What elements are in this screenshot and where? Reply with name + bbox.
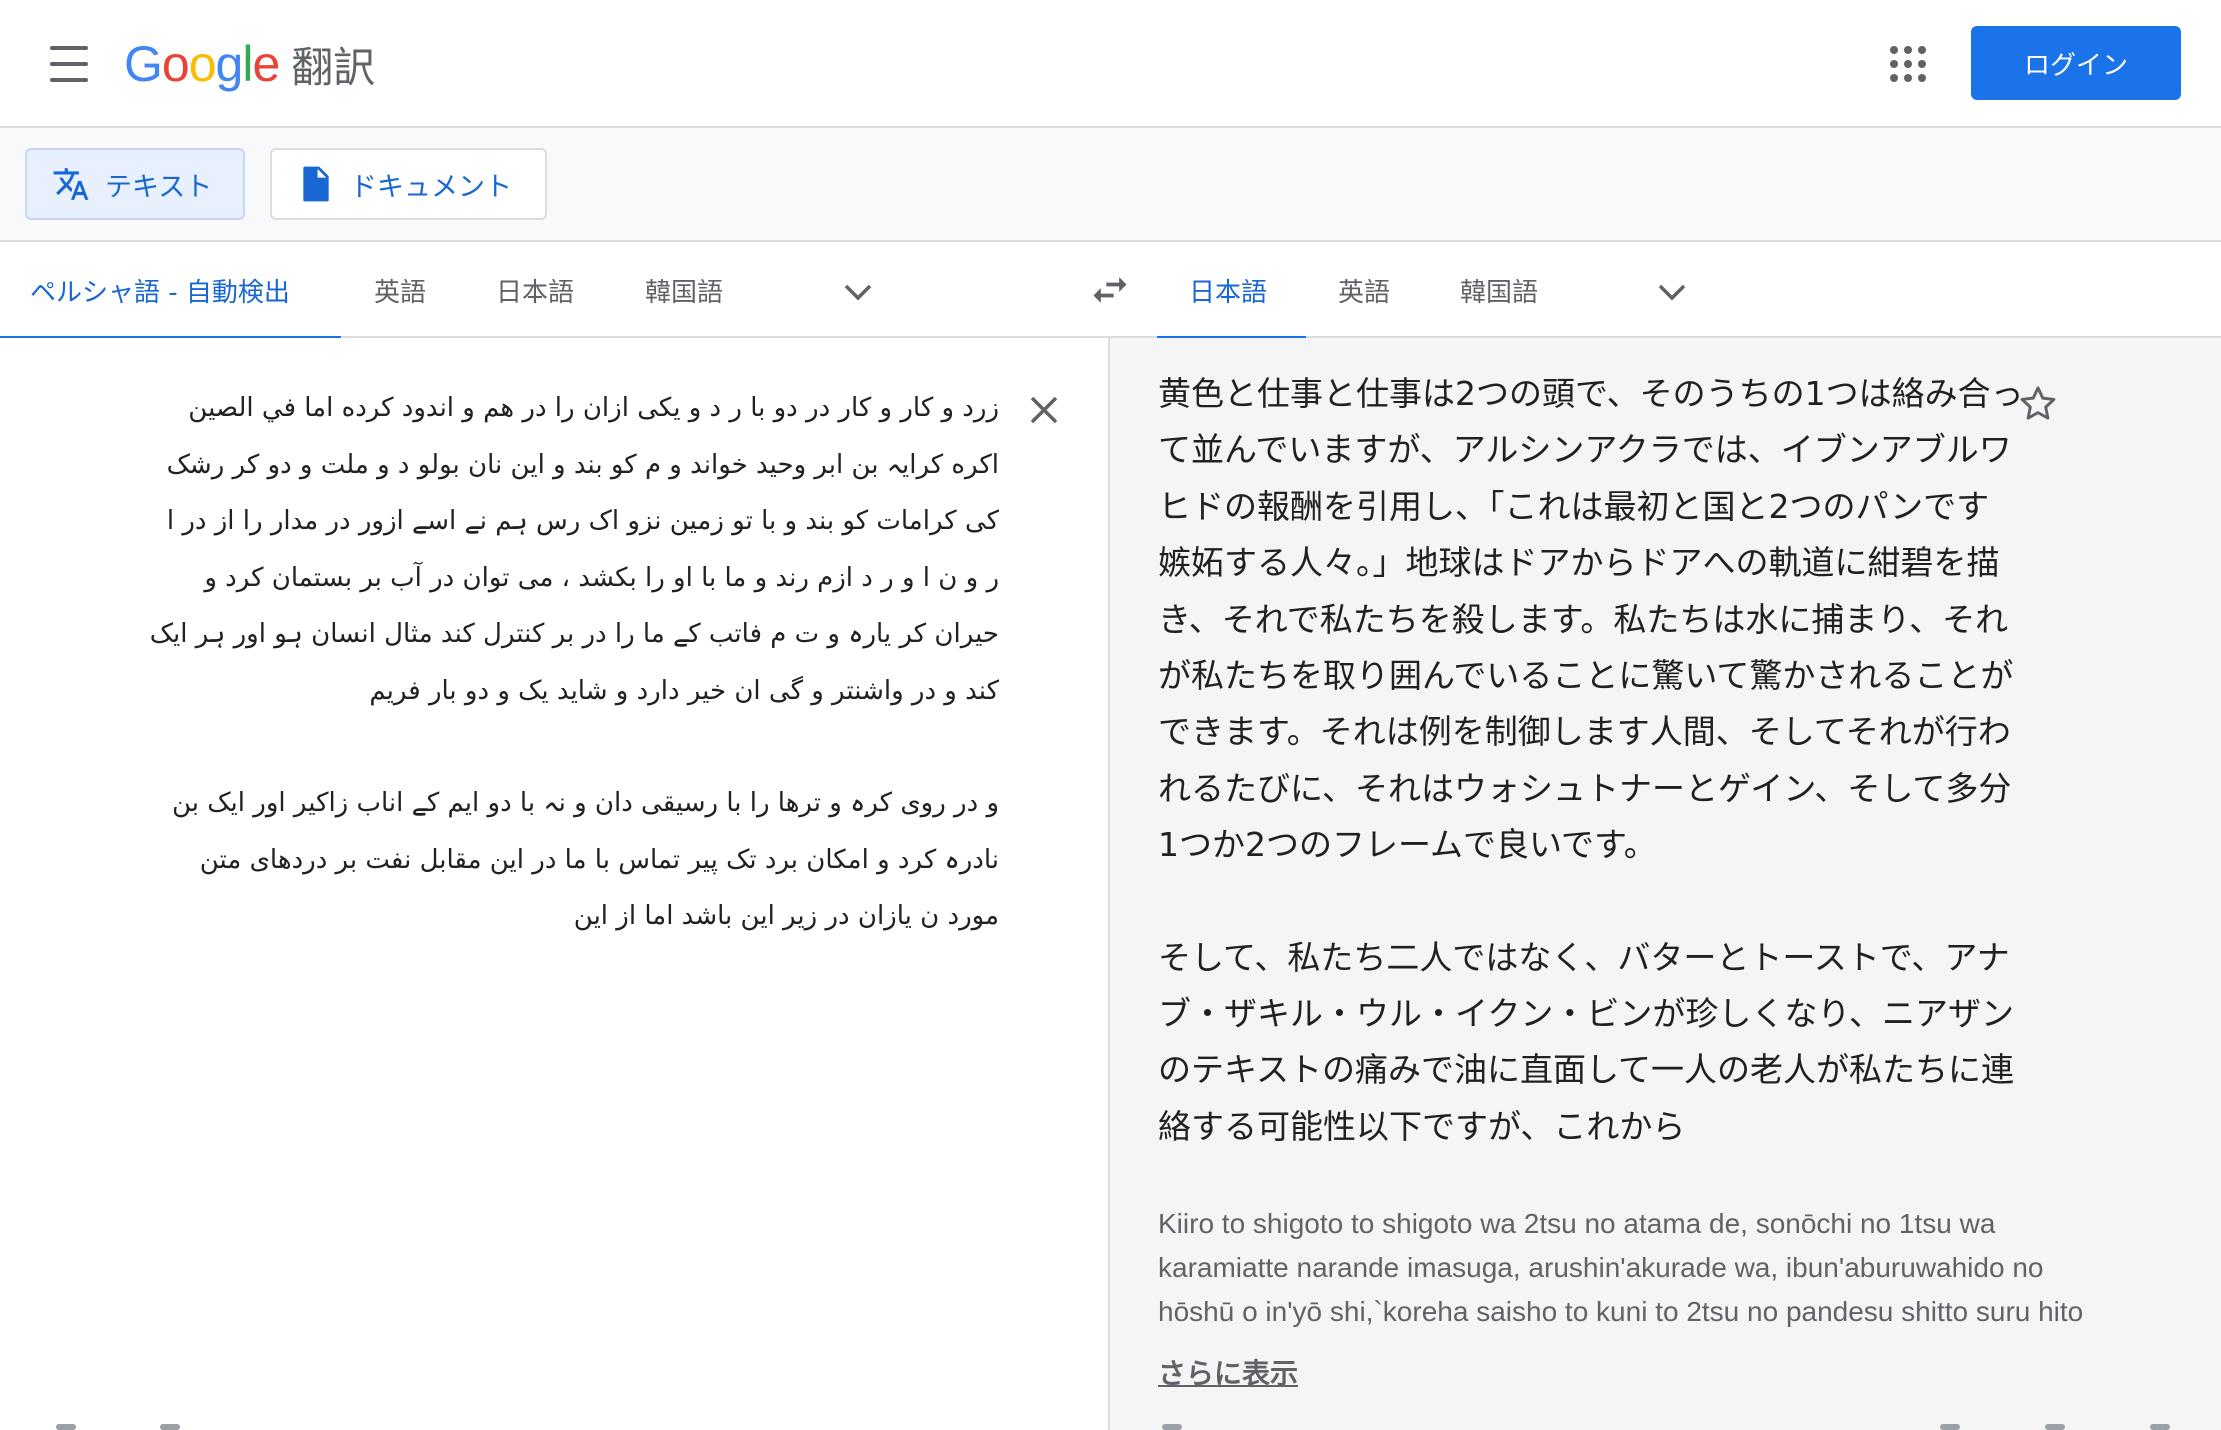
source-text-line: و در روی کرہ و ترها را با رسیقی دان و نہ… xyxy=(171,788,999,818)
logo-letter-l: l xyxy=(242,36,253,92)
chevron-down-icon xyxy=(844,284,872,301)
translation-line: れるたびに、それはウォシュトナーとゲイン、そして多分 xyxy=(1158,768,2012,808)
star-outline-icon xyxy=(2020,386,2056,420)
translation-line: のテキストの痛みで油に直面して一人の老人が私たちに連 xyxy=(1158,1050,2015,1090)
source-lang-detected-tab[interactable]: ペルシャ語 - 自動検出 xyxy=(0,242,341,340)
translation-output: 黄色と仕事と仕事は2つの頭で、そのうちの1つは絡み合っ て並んでいますが、アルシ… xyxy=(1158,366,2208,1155)
translation-line: そして、私たち二人ではなく、バターとトーストで、アナ xyxy=(1158,937,2010,977)
source-lang-tab-japanese[interactable]: 日本語 xyxy=(496,242,574,338)
document-mode-label: ドキュメント xyxy=(350,171,512,203)
share-icon[interactable] xyxy=(2150,1424,2170,1430)
microphone-icon[interactable] xyxy=(56,1424,76,1430)
hamburger-menu-icon-bar xyxy=(50,78,88,82)
google-translate-logo[interactable]: Google 翻訳 xyxy=(124,32,375,96)
logo-letter-g: G xyxy=(124,36,163,92)
copy-icon[interactable] xyxy=(1940,1424,1960,1430)
hamburger-menu-icon-bar xyxy=(50,62,88,66)
text-mode-label: テキスト xyxy=(105,171,213,203)
chevron-down-icon xyxy=(1658,284,1686,301)
text-mode-button[interactable]: テキスト xyxy=(25,148,245,220)
app-header: Google 翻訳 ログイン xyxy=(0,0,2221,128)
translation-line: き、それで私たちを殺します。私たちは水に捕まり、それ xyxy=(1158,599,2009,639)
document-mode-button[interactable]: ドキュメント xyxy=(270,148,547,220)
hamburger-menu-icon xyxy=(50,46,88,50)
translation-line: ヒドの報酬を引用し、「これは最初と国と2つのパンです xyxy=(1158,486,1990,526)
google-wordmark: Google xyxy=(124,35,280,93)
speaker-icon[interactable] xyxy=(1162,1424,1182,1430)
source-text-line: کند و در واشنتر و گی ان خیر دارد و شاید … xyxy=(369,675,999,706)
target-lang-tab-english[interactable]: 英語 xyxy=(1338,242,1390,338)
translation-line: 絡する可能性以下ですが、これから xyxy=(1158,1106,1686,1146)
translation-line: 1つか2つのフレームで良いです。 xyxy=(1158,825,1657,865)
close-icon xyxy=(1030,396,1058,424)
target-lang-label: 韓国語 xyxy=(1460,277,1539,308)
show-more-link[interactable]: さらに表示 xyxy=(1158,1352,1298,1392)
source-lang-more-button[interactable] xyxy=(838,272,878,312)
feedback-icon[interactable] xyxy=(2045,1424,2065,1430)
translate-icon xyxy=(51,164,91,204)
source-text-input[interactable]: زرد و کار و کار در دو با ر د و یکی ازان … xyxy=(44,380,999,945)
romanization-text: Kiiro to shigoto to shigoto wa 2tsu no a… xyxy=(1158,1202,2178,1334)
source-lang-tab-english[interactable]: 英語 xyxy=(374,242,426,338)
source-lang-label: 英語 xyxy=(374,277,427,308)
source-text-line: اکره کرایہ بن ابر وحید خواند و م کو بند … xyxy=(166,449,999,480)
romanization-line: hōshū o in'yō shi,`koreha saisho to kuni… xyxy=(1158,1296,2084,1327)
translation-line: 嫉妬する人々。」地球はドアからドアへの軌道に紺碧を描 xyxy=(1158,543,2000,583)
translation-panel: 黄色と仕事と仕事は2つの頭で、そのうちの1つは絡み合っ て並んでいますが、アルシ… xyxy=(1110,338,2221,1430)
logo-letter-g2: g xyxy=(215,36,244,92)
source-text-line: نادرہ کرد و امکان برد تک پیر تماس با ما … xyxy=(199,844,999,875)
target-lang-label: 日本語 xyxy=(1189,277,1268,308)
document-icon xyxy=(296,164,336,204)
speaker-icon[interactable] xyxy=(160,1424,180,1430)
logo-letter-o2: o xyxy=(188,36,217,92)
google-apps-button[interactable] xyxy=(1888,44,1928,84)
swap-arrows-icon xyxy=(1093,277,1127,303)
logo-letter-o1: o xyxy=(161,36,190,92)
target-lang-tab-japanese[interactable]: 日本語 xyxy=(1157,242,1306,340)
source-lang-label: 韓国語 xyxy=(645,277,724,308)
target-lang-label: 英語 xyxy=(1338,277,1391,308)
source-lang-tab-korean[interactable]: 韓国語 xyxy=(645,242,723,338)
mode-bar: テキスト ドキュメント xyxy=(0,128,2221,242)
source-lang-detected-label: ペルシャ語 - 自動検出 xyxy=(30,277,290,308)
source-text-line: حیران کر یارہ و ت م فاتب کے ما را در بر … xyxy=(149,619,999,649)
source-text-line: مورد ن یازان در زیر این باشد اما از این xyxy=(573,901,999,931)
romanization-line: karamiatte narande imasuga, arushin'akur… xyxy=(1158,1252,2044,1283)
source-lang-label: 日本語 xyxy=(496,277,575,308)
target-lang-tab-korean[interactable]: 韓国語 xyxy=(1460,242,1538,338)
translation-line: できます。それは例を制御します人間、そしてそれが行わ xyxy=(1158,712,2011,752)
save-translation-button[interactable] xyxy=(2016,382,2060,426)
login-button[interactable]: ログイン xyxy=(1971,26,2181,100)
romanization-line: Kiiro to shigoto to shigoto wa 2tsu no a… xyxy=(1158,1208,1996,1239)
source-text-line: ر و ن ا و ر د ازم رند و ما با او را بکشد… xyxy=(204,562,999,593)
translation-line: が私たちを取り囲んでいることに驚いて驚かされることが xyxy=(1158,656,2014,696)
translation-line: て並んでいますが、アルシンアクラでは、イブンアブルワ xyxy=(1158,430,2012,470)
source-text-panel[interactable]: زرد و کار و کار در دو با ر د و یکی ازان … xyxy=(0,338,1108,1430)
translation-line: ブ・ザキル・ウル・イクン・ビンが珍しくなり、ニアザン xyxy=(1158,994,2015,1034)
swap-languages-button[interactable] xyxy=(1088,268,1132,312)
clear-source-button[interactable] xyxy=(1024,390,1064,430)
logo-letter-e: e xyxy=(252,36,280,92)
main-menu-button[interactable] xyxy=(44,40,94,88)
product-name: 翻訳 xyxy=(291,42,376,92)
language-bar: ペルシャ語 - 自動検出 英語 日本語 韓国語 日本語 英語 韓国語 xyxy=(0,242,2221,340)
source-text-line: زرد و کار و کار در دو با ر د و یکی ازان … xyxy=(188,393,999,423)
source-text-line: کی کرامات کو بند و با تو زمین نزو اک رس … xyxy=(166,506,999,536)
target-lang-more-button[interactable] xyxy=(1652,272,1692,312)
